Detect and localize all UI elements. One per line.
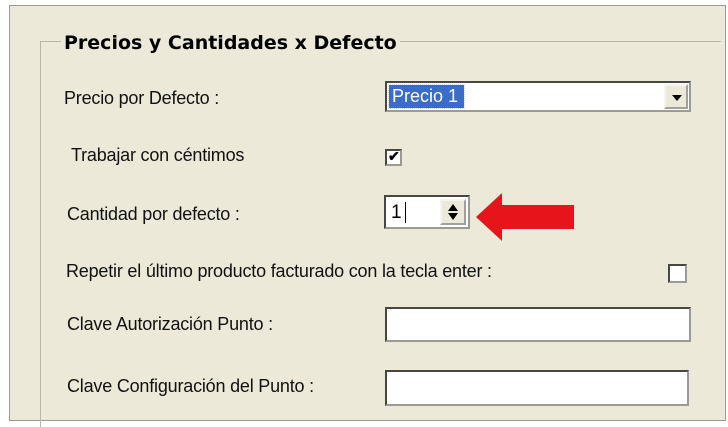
clave-configuracion-input[interactable] <box>385 370 689 406</box>
clave-autorizacion-input[interactable] <box>385 307 691 342</box>
repetir-producto-label: Repetir el último producto facturado con… <box>66 261 492 281</box>
clave-autorizacion-label: Clave Autorización Punto : <box>67 314 273 334</box>
repetir-producto-checkbox[interactable] <box>668 264 687 283</box>
spin-up-icon[interactable] <box>448 204 458 211</box>
trabajar-centimos-checkbox[interactable]: ✔ <box>385 148 402 166</box>
precio-defecto-select[interactable]: Precio 1 <box>385 81 691 112</box>
spin-down-icon[interactable] <box>448 213 458 220</box>
clave-configuracion-label: Clave Configuración del Punto : <box>67 376 314 396</box>
left-arrow-icon <box>476 193 574 241</box>
spin-buttons[interactable] <box>440 199 466 225</box>
precio-defecto-label: Precio por Defecto : <box>64 88 220 108</box>
precio-defecto-selected-value: Precio 1 <box>387 84 466 109</box>
checkmark-icon: ✔ <box>388 148 400 164</box>
cantidad-defecto-stepper[interactable]: 1 <box>384 195 470 229</box>
text-caret <box>405 202 406 223</box>
trabajar-centimos-label: Trabajar con céntimos <box>71 145 245 165</box>
chevron-down-icon <box>672 95 682 101</box>
cantidad-defecto-value: 1 <box>391 202 402 223</box>
cantidad-defecto-label: Cantidad por defecto : <box>67 204 240 224</box>
dropdown-button[interactable] <box>664 84 688 109</box>
groupbox-title: Precios y Cantidades x Defecto <box>61 30 400 56</box>
annotation-arrow-shape <box>476 193 574 241</box>
